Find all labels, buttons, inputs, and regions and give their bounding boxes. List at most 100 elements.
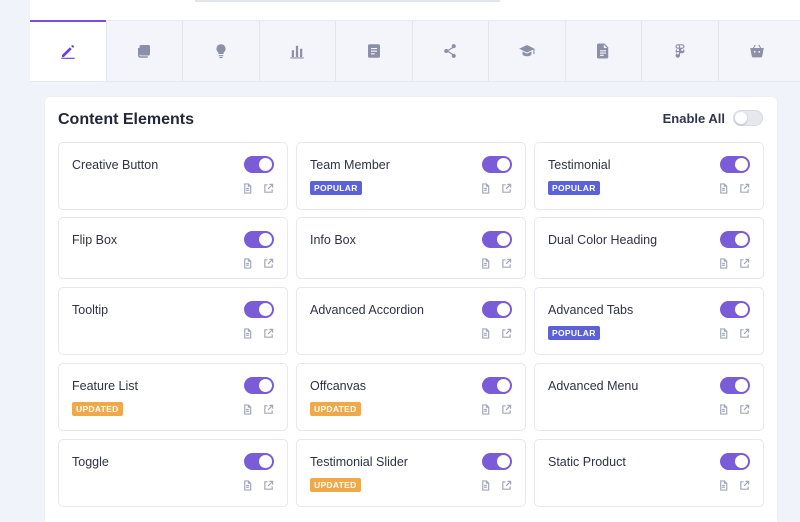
element-name: Toggle bbox=[72, 455, 109, 469]
element-name: Creative Button bbox=[72, 158, 159, 172]
external-link-icon[interactable] bbox=[739, 326, 750, 344]
documentation-icon[interactable] bbox=[242, 402, 253, 420]
element-actions bbox=[718, 402, 750, 420]
external-link-icon[interactable] bbox=[263, 256, 274, 274]
popular-badge: POPULAR bbox=[310, 181, 362, 195]
element-card: Flip Box bbox=[58, 217, 288, 279]
tab-learning[interactable] bbox=[489, 21, 566, 81]
updated-badge: UPDATED bbox=[310, 478, 361, 492]
element-toggle[interactable] bbox=[244, 301, 274, 318]
tab-woocommerce[interactable] bbox=[719, 21, 796, 81]
element-name: Advanced Accordion bbox=[310, 303, 424, 317]
documentation-icon[interactable] bbox=[242, 478, 253, 496]
element-actions bbox=[242, 256, 274, 274]
external-link-icon[interactable] bbox=[739, 478, 750, 496]
figma-icon bbox=[675, 44, 685, 58]
element-toggle[interactable] bbox=[244, 156, 274, 173]
element-toggle[interactable] bbox=[482, 156, 512, 173]
external-link-icon[interactable] bbox=[501, 478, 512, 496]
element-name: Tooltip bbox=[72, 303, 109, 317]
external-link-icon[interactable] bbox=[263, 402, 274, 420]
enable-all-toggle[interactable] bbox=[733, 110, 763, 126]
documentation-icon[interactable] bbox=[718, 181, 729, 199]
element-toggle[interactable] bbox=[720, 231, 750, 248]
element-toggle[interactable] bbox=[482, 301, 512, 318]
element-toggle[interactable] bbox=[244, 377, 274, 394]
element-card: Info Box bbox=[296, 217, 526, 279]
element-toggle[interactable] bbox=[244, 231, 274, 248]
documentation-icon[interactable] bbox=[242, 256, 253, 274]
external-link-icon[interactable] bbox=[739, 402, 750, 420]
tab-documents[interactable] bbox=[566, 21, 642, 81]
documentation-icon[interactable] bbox=[718, 402, 729, 420]
panel-title: Content Elements bbox=[58, 111, 195, 128]
element-actions bbox=[242, 181, 274, 199]
element-toggle[interactable] bbox=[482, 377, 512, 394]
external-link-icon[interactable] bbox=[501, 402, 512, 420]
element-name: Dual Color Heading bbox=[548, 233, 658, 247]
documentation-icon[interactable] bbox=[718, 256, 729, 274]
external-link-icon[interactable] bbox=[263, 326, 274, 344]
documentation-icon[interactable] bbox=[480, 256, 491, 274]
documentation-icon[interactable] bbox=[480, 402, 491, 420]
tab-forms[interactable] bbox=[336, 21, 413, 81]
tab-figma[interactable] bbox=[642, 21, 719, 81]
element-actions bbox=[718, 478, 750, 496]
documentation-icon[interactable] bbox=[480, 181, 491, 199]
external-link-icon[interactable] bbox=[263, 478, 274, 496]
element-name: Testimonial bbox=[548, 158, 611, 172]
external-link-icon[interactable] bbox=[501, 181, 512, 199]
element-toggle[interactable] bbox=[720, 377, 750, 394]
share-icon bbox=[444, 44, 457, 58]
external-link-icon[interactable] bbox=[739, 181, 750, 199]
element-actions bbox=[718, 256, 750, 274]
documentation-icon[interactable] bbox=[242, 181, 253, 199]
documentation-icon[interactable] bbox=[480, 326, 491, 344]
element-toggle[interactable] bbox=[720, 453, 750, 470]
element-actions bbox=[718, 326, 750, 344]
element-toggle[interactable] bbox=[482, 453, 512, 470]
element-toggle[interactable] bbox=[720, 301, 750, 318]
tab-layers[interactable] bbox=[107, 21, 183, 81]
tab-creative[interactable] bbox=[183, 21, 260, 81]
layers-icon bbox=[138, 45, 151, 58]
top-divider bbox=[195, 0, 500, 2]
popular-badge: POPULAR bbox=[548, 326, 600, 340]
documentation-icon[interactable] bbox=[480, 478, 491, 496]
element-toggle[interactable] bbox=[482, 231, 512, 248]
pencil-icon bbox=[61, 45, 75, 59]
element-actions bbox=[480, 478, 512, 496]
graduation-cap-icon bbox=[518, 45, 535, 57]
enable-all-label: Enable All bbox=[662, 110, 725, 126]
element-name: Advanced Menu bbox=[548, 379, 639, 393]
external-link-icon[interactable] bbox=[263, 181, 274, 199]
element-toggle[interactable] bbox=[720, 156, 750, 173]
element-actions bbox=[480, 256, 512, 274]
documentation-icon[interactable] bbox=[718, 326, 729, 344]
external-link-icon[interactable] bbox=[501, 256, 512, 274]
element-card: Advanced Tabs POPULAR bbox=[534, 287, 764, 355]
element-name: Feature List bbox=[72, 379, 139, 393]
top-strip bbox=[30, 0, 800, 20]
element-name: Offcanvas bbox=[310, 379, 367, 393]
tab-content-elements[interactable] bbox=[30, 20, 107, 81]
external-link-icon[interactable] bbox=[501, 326, 512, 344]
documentation-icon[interactable] bbox=[718, 478, 729, 496]
element-card: Team Member POPULAR bbox=[296, 142, 526, 210]
element-name: Testimonial Slider bbox=[310, 455, 408, 469]
element-card: Toggle bbox=[58, 439, 288, 507]
file-text-icon bbox=[597, 43, 609, 59]
element-card: Offcanvas UPDATED bbox=[296, 363, 526, 431]
updated-badge: UPDATED bbox=[72, 402, 123, 416]
element-card: Tooltip bbox=[58, 287, 288, 355]
element-name: Info Box bbox=[310, 233, 356, 247]
documentation-icon[interactable] bbox=[242, 326, 253, 344]
element-actions bbox=[480, 402, 512, 420]
element-toggle[interactable] bbox=[244, 453, 274, 470]
external-link-icon[interactable] bbox=[739, 256, 750, 274]
document-icon bbox=[367, 44, 380, 58]
enable-all-control: Enable All bbox=[663, 110, 763, 126]
element-card: Testimonial Slider UPDATED bbox=[296, 439, 526, 507]
tab-charts[interactable] bbox=[260, 21, 336, 81]
tab-social[interactable] bbox=[413, 21, 489, 81]
